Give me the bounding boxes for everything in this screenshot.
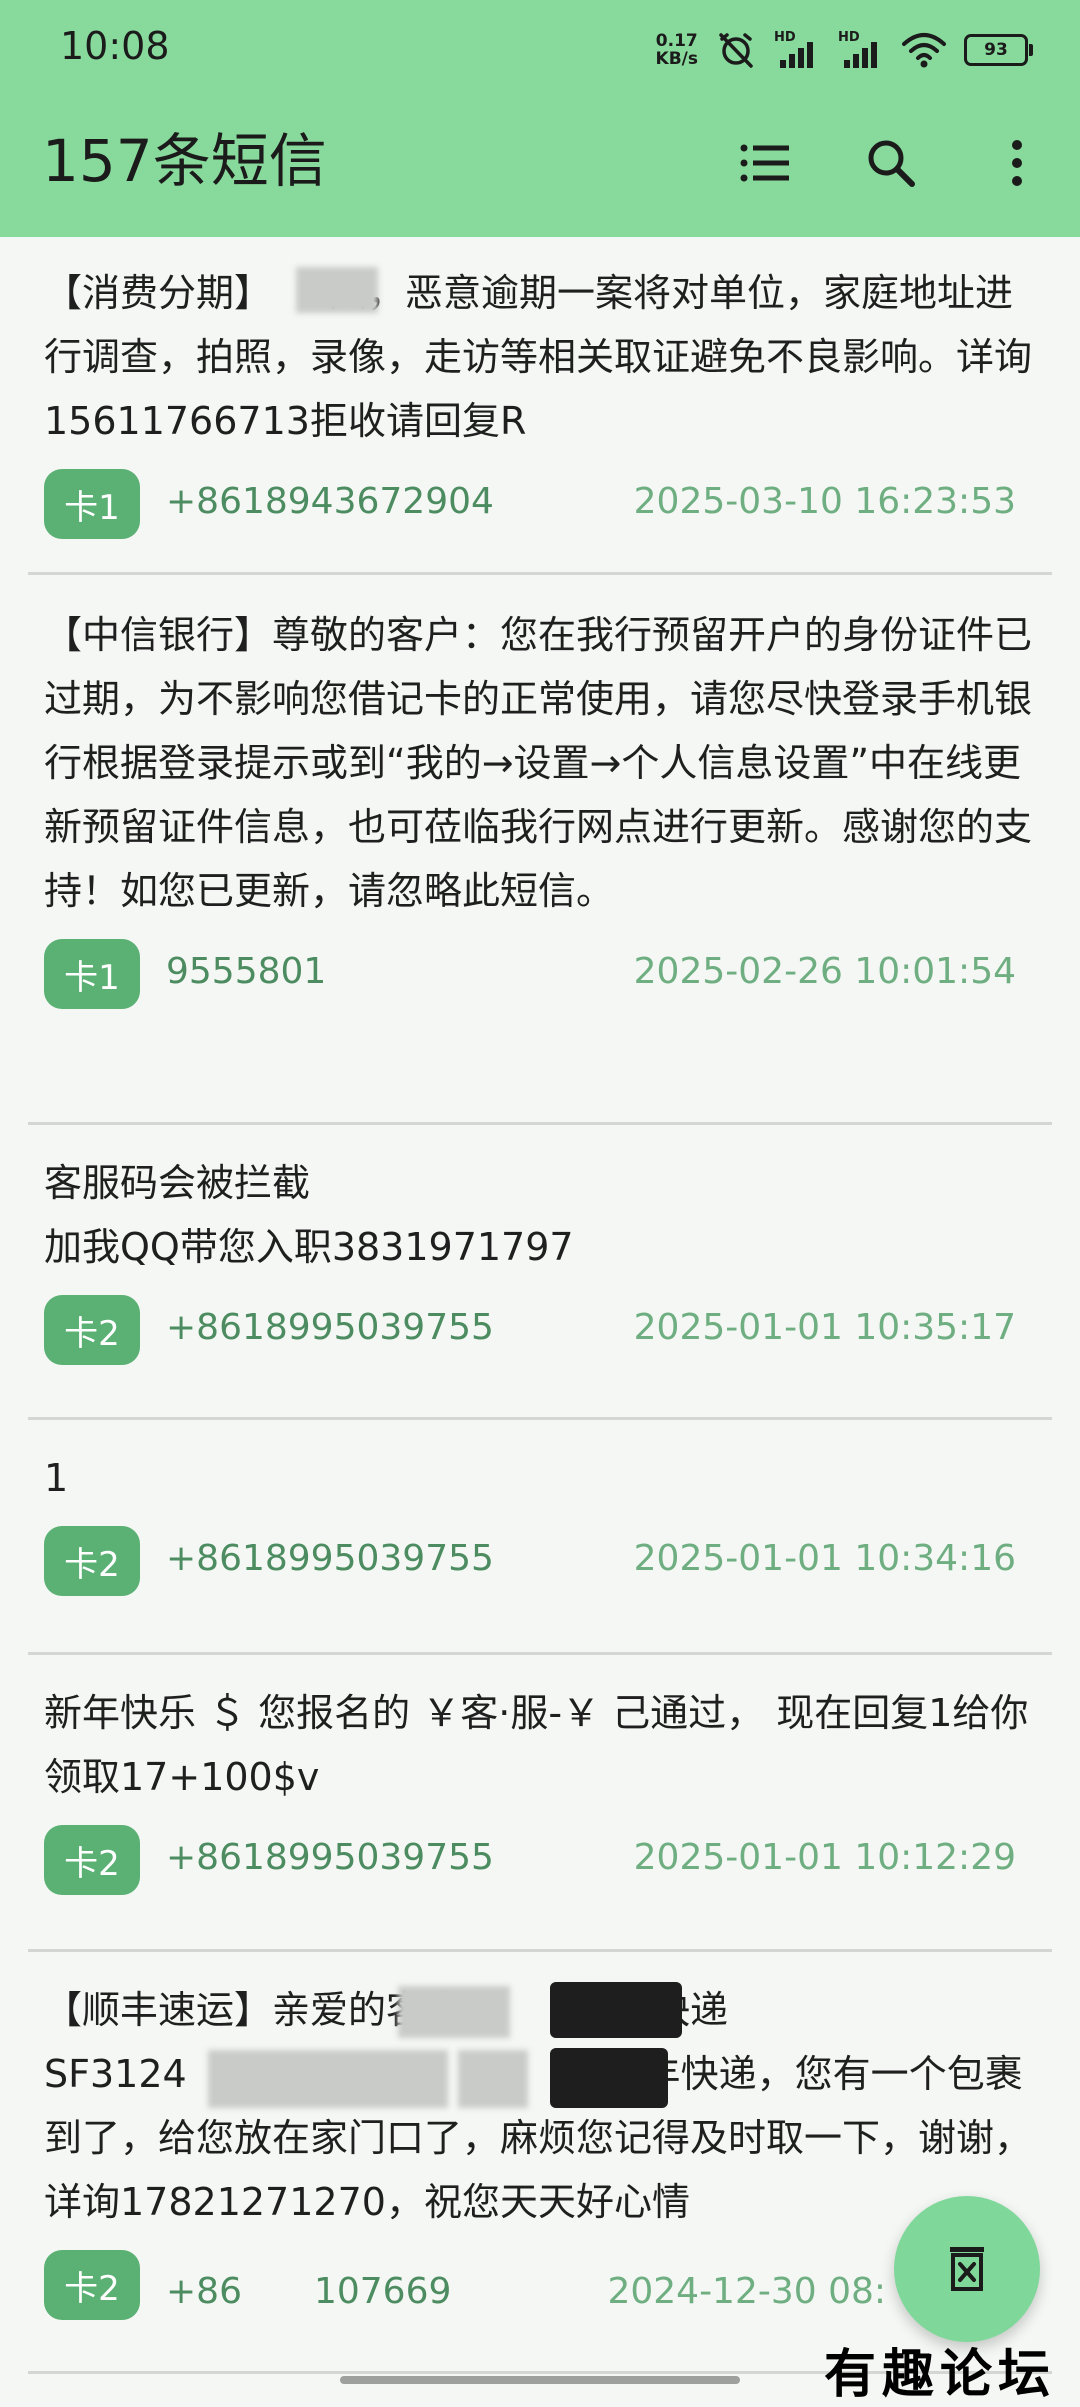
more-vert-icon[interactable] bbox=[982, 128, 1052, 198]
message-meta: 卡1 9555801 2025-02-26 10:01:54 bbox=[44, 933, 1036, 1015]
delete-all-icon bbox=[950, 2247, 984, 2291]
message-meta: 卡2 +86 107669 2024-12-30 08: :12 bbox=[44, 2244, 1036, 2326]
status-icons: 0.17 KB/s HD HD 93 bbox=[655, 26, 1033, 74]
battery-indicator: 93 bbox=[964, 34, 1033, 66]
message-item[interactable]: 1 卡2 +8618995039755 2025-01-01 10:34:16 bbox=[28, 1420, 1052, 1655]
sim-badge: 卡2 bbox=[44, 1295, 140, 1365]
watermark: 有趣论坛 bbox=[823, 2344, 1056, 2405]
message-time: 2025-01-01 10:12:29 bbox=[633, 1837, 1016, 1878]
message-body: 客服码会被拦截 加我QQ带您入职3831971797 bbox=[44, 1161, 574, 1269]
redaction-blur bbox=[458, 2050, 528, 2108]
status-time: 10:08 bbox=[60, 24, 170, 68]
message-body: 【消费分期】 天，恶意逾期一案将对单位，家庭地址进行调查，拍照，录像，走访等相关… bbox=[44, 271, 1033, 443]
alarm-off-icon bbox=[719, 33, 753, 68]
sender-number: +8618995039755 bbox=[166, 1837, 494, 1878]
delete-all-button[interactable] bbox=[894, 2196, 1040, 2342]
app-bar: 10:08 0.17 KB/s HD HD 93 157条短信 bbox=[0, 0, 1080, 237]
message-meta: 卡2 +8618995039755 2025-01-01 10:12:29 bbox=[44, 1819, 1036, 1901]
message-list[interactable]: 【消费分期】 天，恶意逾期一案将对单位，家庭地址进行调查，拍照，录像，走访等相关… bbox=[28, 237, 1052, 2374]
message-item[interactable]: 客服码会被拦截 加我QQ带您入职3831971797 卡2 +861899503… bbox=[28, 1125, 1052, 1420]
sender-number: +8618943672904 bbox=[166, 481, 494, 522]
redaction-blur bbox=[398, 1986, 510, 2038]
message-item[interactable]: 【顺丰速运】亲爱的客户 你的快递SF3124 ，顺丰快递，您有一个包裹到了，给您… bbox=[28, 1952, 1052, 2374]
message-item[interactable]: 【消费分期】 天，恶意逾期一案将对单位，家庭地址进行调查，拍照，录像，走访等相关… bbox=[28, 237, 1052, 575]
page-title: 157条短信 bbox=[42, 127, 327, 195]
message-item[interactable]: 【中信银行】尊敬的客户：您在我行预留开户的身份证件已过期，为不影响您借记卡的正常… bbox=[28, 575, 1052, 1125]
redaction-blur bbox=[296, 267, 378, 313]
message-time: 2025-01-01 10:35:17 bbox=[633, 1307, 1016, 1348]
message-body: 【中信银行】尊敬的客户：您在我行预留开户的身份证件已过期，为不影响您借记卡的正常… bbox=[44, 613, 1033, 913]
message-meta: 卡1 +8618943672904 2025-03-10 16:23:53 bbox=[44, 463, 1036, 545]
sim-badge: 卡1 bbox=[44, 469, 140, 539]
message-item[interactable]: 新年快乐 ＄ 您报名的 ￥客·服-￥ 己通过， 现在回复1给你领取17+100$… bbox=[28, 1655, 1052, 1952]
sim-badge: 卡2 bbox=[44, 1825, 140, 1895]
network-speed: 0.17 KB/s bbox=[655, 31, 698, 69]
message-body: 【顺丰速运】亲爱的客户 你的快递SF3124 ，顺丰快递，您有一个包裹到了，给您… bbox=[44, 1988, 1033, 2224]
message-time: 2025-01-01 10:34:16 bbox=[633, 1538, 1016, 1579]
search-icon[interactable] bbox=[856, 128, 926, 198]
redaction-block bbox=[550, 2048, 668, 2108]
redaction-blur bbox=[208, 2050, 448, 2108]
sender-number: +8618995039755 bbox=[166, 1307, 494, 1348]
sender-number: 9555801 bbox=[166, 951, 327, 992]
signal-sim1-icon: HD bbox=[774, 30, 820, 70]
sim-badge: 卡2 bbox=[44, 1526, 140, 1596]
sim-badge: 卡1 bbox=[44, 939, 140, 1009]
list-icon[interactable] bbox=[730, 128, 800, 198]
sender-number: +8618995039755 bbox=[166, 1538, 494, 1579]
wifi-icon bbox=[902, 33, 946, 68]
signal-sim2-icon: HD bbox=[838, 30, 884, 70]
sim-badge: 卡2 bbox=[44, 2250, 140, 2320]
sender-number: +86 107669 bbox=[166, 2271, 452, 2312]
message-meta: 卡2 +8618995039755 2025-01-01 10:34:16 bbox=[44, 1520, 1036, 1602]
message-body: 1 bbox=[44, 1456, 69, 1500]
message-meta: 卡2 +8618995039755 2025-01-01 10:35:17 bbox=[44, 1289, 1036, 1371]
message-time: 2025-03-10 16:23:53 bbox=[633, 481, 1016, 522]
message-time: 2025-02-26 10:01:54 bbox=[633, 951, 1016, 992]
home-indicator[interactable] bbox=[340, 2376, 740, 2384]
redaction-block bbox=[550, 1982, 682, 2038]
message-body: 新年快乐 ＄ 您报名的 ￥客·服-￥ 己通过， 现在回复1给你领取17+100$… bbox=[44, 1691, 1029, 1799]
